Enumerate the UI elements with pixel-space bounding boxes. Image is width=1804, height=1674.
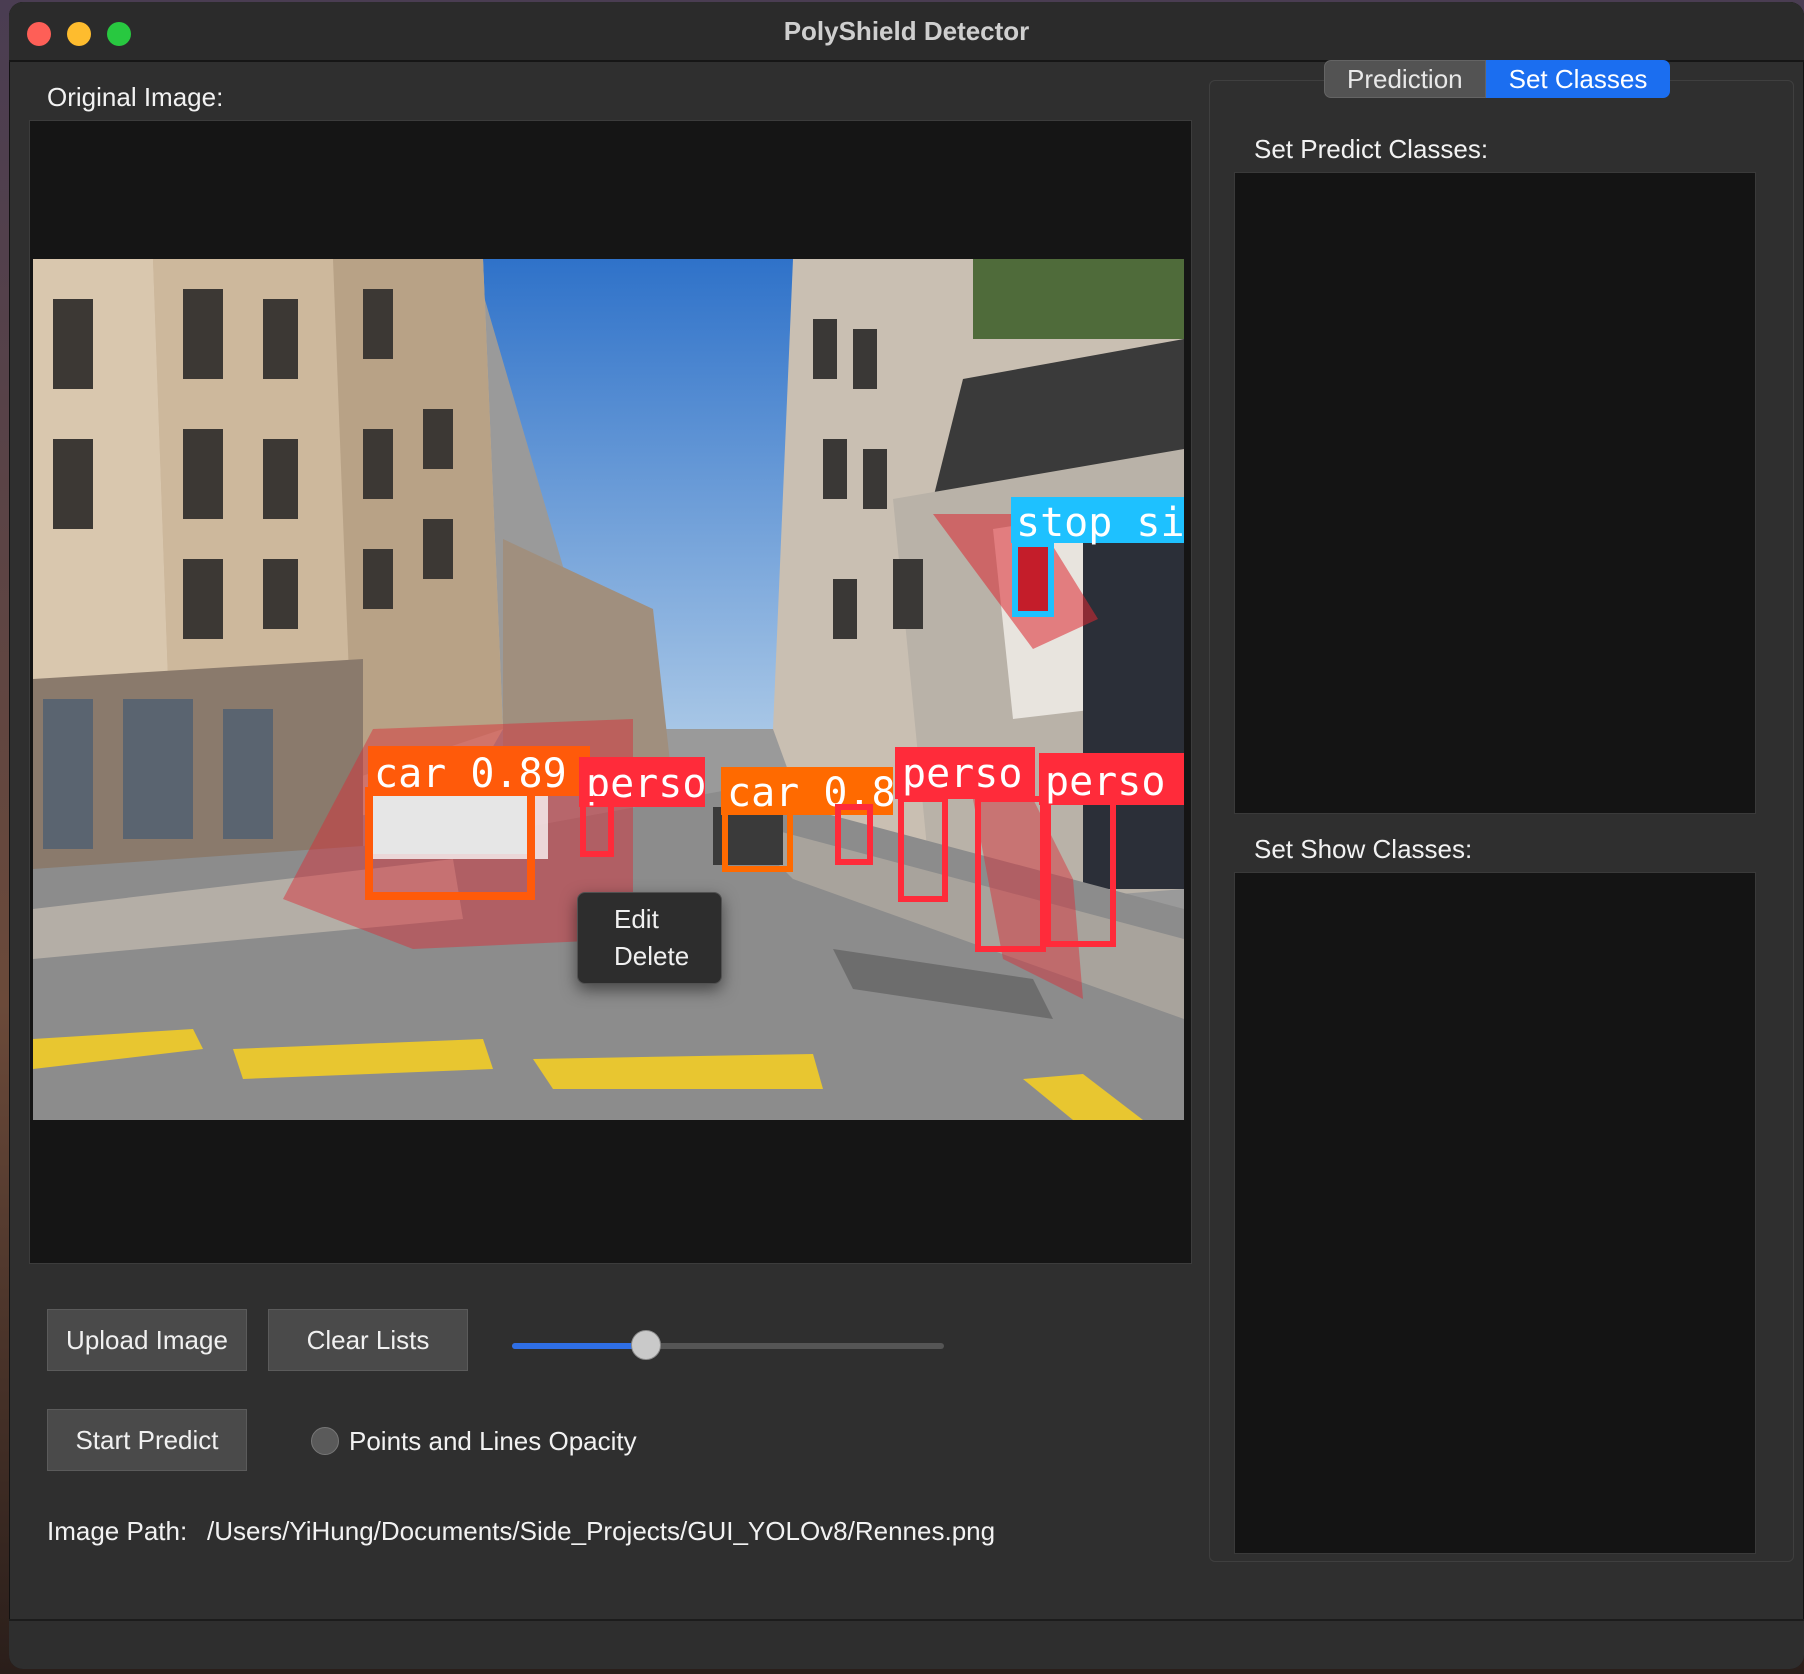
predict-classes-list[interactable] [1234, 172, 1756, 814]
detection-label-person-2: perso [902, 751, 1022, 797]
image-path-label: Image Path: [47, 1516, 188, 1546]
tab-set-classes[interactable]: Set Classes [1485, 60, 1671, 98]
context-menu-edit[interactable]: Edit [614, 904, 659, 935]
detection-image[interactable]: car 0.89 perso car 0.8 perso perso stop … [33, 259, 1184, 1120]
opacity-slider-handle[interactable] [630, 1330, 661, 1360]
status-bar [9, 1619, 1804, 1669]
panel-tabs: Prediction Set Classes [1324, 60, 1671, 98]
app-window: PolyShield Detector Original Image: car … [9, 2, 1804, 1669]
opacity-slider[interactable] [512, 1330, 944, 1360]
detection-label-person-3: perso [1045, 759, 1165, 805]
detection-context-menu: Edit Delete [577, 892, 722, 984]
opacity-radio-button[interactable] [311, 1427, 339, 1455]
opacity-radio-label: Points and Lines Opacity [349, 1426, 637, 1456]
upload-image-button[interactable]: Upload Image [47, 1309, 247, 1371]
detection-label-car-1: car 0.89 [374, 751, 567, 797]
image-path-value: /Users/YiHung/Documents/Side_Projects/GU… [207, 1516, 996, 1546]
predict-classes-label: Set Predict Classes: [1254, 134, 1489, 164]
tab-prediction[interactable]: Prediction [1324, 60, 1486, 98]
street-scene-graphic: car 0.89 perso car 0.8 perso perso stop … [33, 259, 1184, 1120]
image-display-area: car 0.89 perso car 0.8 perso perso stop … [29, 120, 1192, 1264]
original-image-label: Original Image: [47, 82, 224, 112]
title-bar: PolyShield Detector [9, 2, 1804, 62]
show-classes-list[interactable] [1234, 872, 1756, 1554]
detection-label-stop-sign: stop si [1016, 500, 1184, 546]
clear-lists-button[interactable]: Clear Lists [268, 1309, 468, 1371]
window-title: PolyShield Detector [783, 16, 1030, 46]
context-menu-delete[interactable]: Delete [614, 941, 689, 972]
opacity-slider-fill [512, 1343, 646, 1349]
start-predict-button[interactable]: Start Predict [47, 1409, 247, 1471]
show-classes-label: Set Show Classes: [1254, 834, 1473, 864]
